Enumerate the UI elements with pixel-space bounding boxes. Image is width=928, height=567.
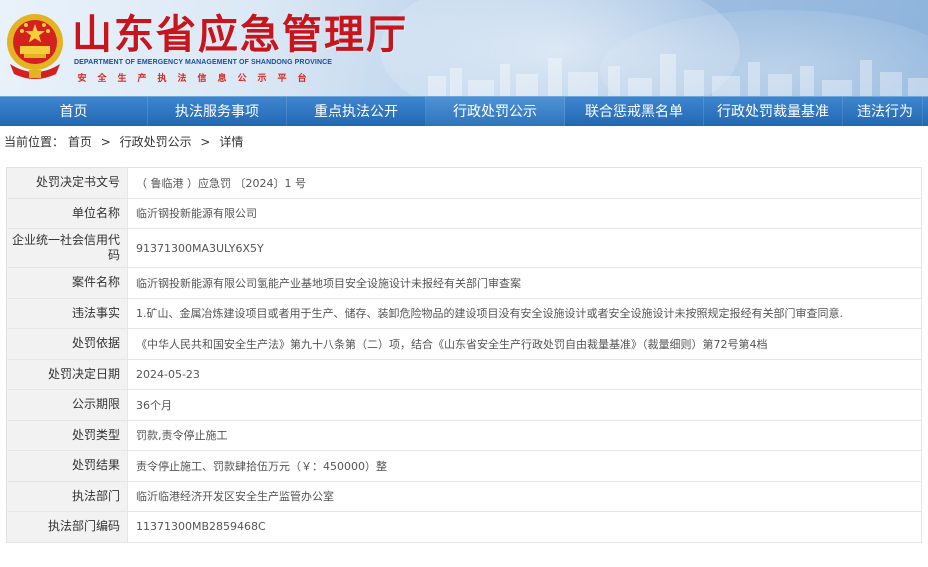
subtitle-char: 安 bbox=[77, 74, 87, 84]
field-value: 《中华人民共和国安全生产法》第九十八条第（二）项，结合《山东省安全生产行政处罚自… bbox=[127, 328, 922, 359]
nav-item-blacklist[interactable]: 联合惩戒黑名单 bbox=[565, 97, 704, 126]
field-value: 1.矿山、金属冶炼建设项目或者用于生产、储存、装卸危险物品的建设项目没有安全设施… bbox=[127, 298, 922, 329]
field-value: 91371300MA3ULY6X5Y bbox=[127, 228, 922, 268]
table-row: 处罚结果 责令停止施工、罚款肆拾伍万元（￥：450000）整 bbox=[6, 450, 922, 481]
city-skyline-graphic bbox=[428, 54, 928, 96]
breadcrumb-penalty-link[interactable]: 行政处罚公示 bbox=[120, 135, 192, 149]
table-row: 案件名称 临沂钢投新能源有限公司氢能产业基地项目安全设施设计未报经有关部门审查案 bbox=[6, 267, 922, 298]
table-row: 公示期限 36个月 bbox=[6, 389, 922, 420]
site-header: 山东省应急管理厅 DEPARTMENT OF EMERGENCY MANAGEM… bbox=[0, 0, 928, 96]
table-row: 处罚决定日期 2024-05-23 bbox=[6, 359, 922, 390]
field-label: 企业统一社会信用代码 bbox=[6, 228, 128, 268]
breadcrumb-separator: > bbox=[200, 135, 211, 149]
field-value: 36个月 bbox=[127, 389, 922, 420]
field-label: 处罚决定日期 bbox=[6, 359, 128, 390]
field-label: 单位名称 bbox=[6, 198, 128, 229]
table-row: 企业统一社会信用代码 91371300MA3ULY6X5Y bbox=[6, 228, 922, 268]
field-value: 临沂临港经济开发区安全生产监管办公室 bbox=[127, 481, 922, 512]
breadcrumb-home-link[interactable]: 首页 bbox=[68, 135, 92, 149]
breadcrumb-separator: > bbox=[100, 135, 111, 149]
field-value: 临沂钢投新能源有限公司 bbox=[127, 198, 922, 229]
nav-item-penalty-disclosure[interactable]: 行政处罚公示 bbox=[426, 97, 565, 126]
field-label: 案件名称 bbox=[6, 267, 128, 298]
breadcrumb: 当前位置： 首页 > 行政处罚公示 > 详情 bbox=[0, 126, 928, 158]
penalty-detail-table: 处罚决定书文号 （ 鲁临港 ）应急罚 〔2024〕1 号 单位名称 临沂钢投新能… bbox=[6, 167, 922, 543]
table-row: 处罚决定书文号 （ 鲁临港 ）应急罚 〔2024〕1 号 bbox=[6, 167, 922, 198]
subtitle-char: 法 bbox=[177, 74, 187, 84]
subtitle-char: 执 bbox=[157, 74, 167, 84]
site-title: 山东省应急管理厅 bbox=[72, 12, 408, 58]
field-label: 违法事实 bbox=[6, 298, 128, 329]
field-label: 公示期限 bbox=[6, 389, 128, 420]
field-label: 处罚类型 bbox=[6, 420, 128, 451]
table-row: 执法部门 临沂临港经济开发区安全生产监管办公室 bbox=[6, 481, 922, 512]
subtitle-char: 全 bbox=[97, 74, 107, 84]
table-row: 单位名称 临沂钢投新能源有限公司 bbox=[6, 198, 922, 229]
subtitle-char: 息 bbox=[217, 74, 227, 84]
breadcrumb-prefix: 当前位置： bbox=[4, 135, 65, 149]
subtitle-char: 信 bbox=[197, 74, 207, 84]
nav-item-discretion-standard[interactable]: 行政处罚裁量基准 bbox=[704, 97, 843, 126]
field-label: 执法部门 bbox=[6, 481, 128, 512]
field-label: 处罚决定书文号 bbox=[6, 167, 128, 198]
table-row: 违法事实 1.矿山、金属冶炼建设项目或者用于生产、储存、装卸危险物品的建设项目没… bbox=[6, 298, 922, 329]
field-label: 处罚依据 bbox=[6, 328, 128, 359]
field-value: 责令停止施工、罚款肆拾伍万元（￥：450000）整 bbox=[127, 450, 922, 481]
nav-item-violations[interactable]: 违法行为 bbox=[843, 97, 923, 126]
subtitle-char: 生 bbox=[117, 74, 127, 84]
nav-item-key-enforcement[interactable]: 重点执法公开 bbox=[287, 97, 426, 126]
subtitle-char: 平 bbox=[277, 74, 287, 84]
subtitle-char: 公 bbox=[237, 74, 247, 84]
national-emblem-icon bbox=[7, 14, 63, 79]
field-value: 罚款,责令停止施工 bbox=[127, 420, 922, 451]
subtitle-char: 示 bbox=[257, 74, 267, 84]
field-value: 11371300MB2859468C bbox=[127, 511, 922, 542]
site-subtitle: 安 全 生 产 执 法 信 息 公 示 平 台 bbox=[74, 73, 310, 85]
table-row: 执法部门编码 11371300MB2859468C bbox=[6, 511, 922, 542]
nav-item-home[interactable]: 首页 bbox=[0, 97, 148, 126]
field-label: 执法部门编码 bbox=[6, 511, 128, 542]
field-label: 处罚结果 bbox=[6, 450, 128, 481]
table-row: 处罚依据 《中华人民共和国安全生产法》第九十八条第（二）项，结合《山东省安全生产… bbox=[6, 328, 922, 359]
subtitle-char: 产 bbox=[137, 74, 147, 84]
field-value: 2024-05-23 bbox=[127, 359, 922, 390]
nav-item-enforcement-services[interactable]: 执法服务事项 bbox=[148, 97, 287, 126]
site-english-title: DEPARTMENT OF EMERGENCY MANAGEMENT OF SH… bbox=[74, 59, 333, 66]
field-value: 临沂钢投新能源有限公司氢能产业基地项目安全设施设计未报经有关部门审查案 bbox=[127, 267, 922, 298]
main-nav: 首页 执法服务事项 重点执法公开 行政处罚公示 联合惩戒黑名单 行政处罚裁量基准… bbox=[0, 96, 928, 126]
breadcrumb-current: 详情 bbox=[219, 135, 244, 149]
table-row: 处罚类型 罚款,责令停止施工 bbox=[6, 420, 922, 451]
subtitle-char: 台 bbox=[297, 74, 307, 84]
field-value: （ 鲁临港 ）应急罚 〔2024〕1 号 bbox=[127, 167, 922, 198]
